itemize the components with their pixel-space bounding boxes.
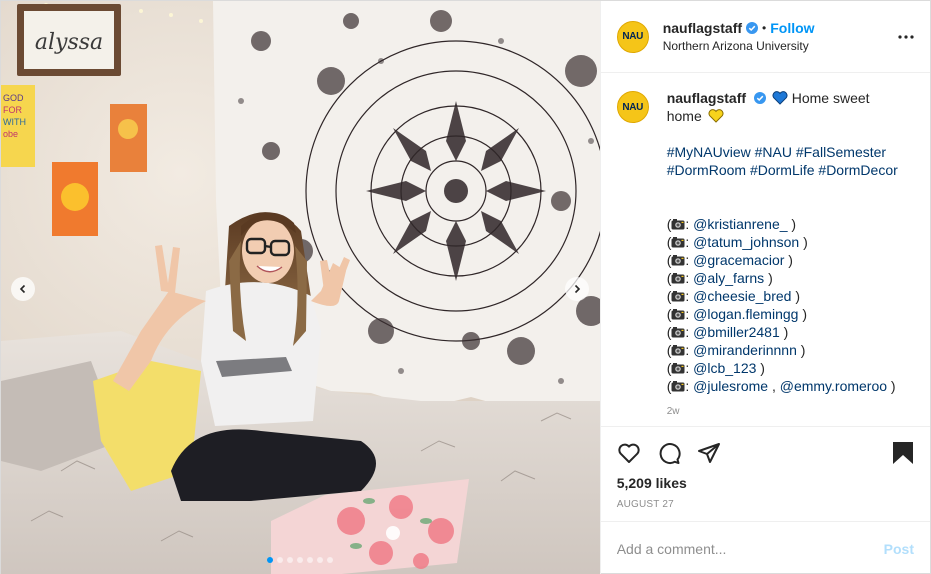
credit-line: (: @gracemacior )	[666, 252, 793, 268]
post-side-panel: NAU nauflagstaff • Follow Northern Arizo…	[599, 1, 930, 574]
svg-text:obe: obe	[3, 129, 18, 139]
caption-avatar[interactable]: NAU	[616, 91, 649, 123]
camera-emoji-icon	[671, 273, 685, 284]
caption-second-line: home	[667, 107, 905, 125]
username-link[interactable]: nauflagstaff	[663, 20, 742, 36]
camera-emoji-icon	[671, 345, 685, 356]
camera-emoji-icon	[671, 291, 685, 302]
chevron-left-icon	[19, 284, 26, 294]
avatar-logo-text: NAU	[622, 101, 644, 113]
mention-link[interactable]: @lcb_123	[693, 360, 756, 376]
hashtag-line[interactable]: #MyNAUview #NAU #FallSemester	[667, 143, 905, 161]
header-line: nauflagstaff • Follow	[663, 20, 815, 36]
credit-line: (: @bmiller2481 )	[666, 324, 789, 340]
credit-line: (: @tatum_johnson )	[666, 234, 808, 250]
post-actions: 5,209 likes AUGUST 27	[600, 426, 930, 521]
camera-emoji-icon	[671, 219, 685, 230]
alyssa-sign: alyssa	[17, 4, 121, 76]
mention-link[interactable]: @tatum_johnson	[693, 234, 799, 250]
mention-link[interactable]: @aly_farns	[693, 270, 764, 286]
camera-emoji-icon	[671, 255, 685, 266]
caption-text: Home sweet	[791, 90, 870, 106]
credit-line: (: @aly_farns )	[666, 270, 773, 286]
post-header: NAU nauflagstaff • Follow Northern Arizo…	[600, 1, 930, 73]
share-button[interactable]	[697, 433, 737, 473]
camera-emoji-icon	[671, 237, 685, 248]
more-options-button[interactable]	[896, 27, 916, 47]
camera-emoji-icon	[671, 381, 685, 392]
instagram-post: alyssa GOD FOR WITH obe NAU nauflagstaff…	[0, 0, 931, 574]
caption-username-link[interactable]: nauflagstaff	[667, 90, 746, 106]
mention-link[interactable]: @logan.flemingg	[693, 306, 798, 322]
save-button[interactable]	[874, 433, 914, 473]
svg-text:FOR: FOR	[3, 105, 22, 115]
svg-text:alyssa: alyssa	[35, 30, 103, 55]
mention-link[interactable]: @gracemacior	[693, 252, 784, 268]
dorm-room-photo: alyssa GOD FOR WITH obe	[1, 1, 600, 574]
post-date: AUGUST 27	[616, 499, 674, 510]
mention-link[interactable]: @bmiller2481	[693, 324, 780, 340]
carousel-next-button[interactable]	[565, 277, 589, 301]
caption-text: home	[666, 108, 702, 124]
mention-link[interactable]: @miranderinnnn	[693, 342, 797, 358]
location-link[interactable]: Northern Arizona University	[663, 39, 815, 53]
credit-line: (: @kristianrene_ )	[666, 216, 797, 232]
comment-input[interactable]	[616, 540, 884, 557]
mention-link[interactable]: @emmy.romeroo	[780, 378, 887, 394]
carousel-dot	[297, 557, 304, 563]
carousel-dots	[1, 557, 600, 563]
caption-body: nauflagstaff Home sweet home #MyNAUview …	[667, 89, 905, 421]
likes-count[interactable]: 5,209 likes	[617, 475, 914, 491]
bookmark-icon	[893, 442, 913, 464]
blue-heart-emoji-icon	[772, 91, 788, 105]
carousel-dot	[267, 557, 274, 563]
camera-emoji-icon	[671, 327, 685, 338]
separator: •	[762, 21, 767, 35]
avatar[interactable]: NAU	[616, 20, 649, 53]
svg-text:WITH: WITH	[3, 117, 26, 127]
header-text: nauflagstaff • Follow Northern Arizona U…	[663, 20, 815, 53]
comment-icon	[659, 443, 681, 465]
avatar-logo-text: NAU	[622, 31, 644, 42]
carousel-dot	[287, 557, 294, 563]
more-options-icon	[898, 35, 914, 39]
credit-line: (: @cheesie_bred )	[666, 288, 800, 304]
like-button[interactable]	[617, 433, 657, 473]
photo-credits: (: @kristianrene_ ) (: @tatum_johnson ) …	[667, 215, 905, 395]
comments-section: NAU nauflagstaff Home sweet home #MyNAUv…	[601, 73, 930, 426]
credit-line: (: @logan.flemingg )	[666, 306, 807, 322]
chevron-right-icon	[574, 284, 581, 294]
caption-time-ago: 2w	[666, 406, 680, 417]
post-photo[interactable]: alyssa GOD FOR WITH obe	[1, 1, 600, 574]
hashtags: #MyNAUview #NAU #FallSemester #DormRoom …	[667, 143, 905, 179]
carousel-prev-button[interactable]	[11, 277, 35, 301]
carousel-dot	[317, 557, 324, 563]
comment-button[interactable]	[657, 433, 697, 473]
caption-first-line: nauflagstaff Home sweet	[667, 89, 905, 107]
follow-button[interactable]: Follow	[770, 20, 814, 36]
mention-link[interactable]: @julesrome	[693, 378, 768, 394]
credit-line: (: @miranderinnnn )	[666, 342, 806, 358]
camera-emoji-icon	[671, 309, 685, 320]
add-comment-bar: Post	[600, 521, 930, 574]
carousel-dot	[327, 557, 334, 563]
camera-emoji-icon	[671, 363, 685, 374]
verified-badge-icon	[753, 92, 766, 104]
carousel-dot	[307, 557, 314, 563]
mention-link[interactable]: @kristianrene_	[693, 216, 787, 232]
yellow-heart-emoji-icon	[708, 109, 724, 123]
carousel-dot	[277, 557, 284, 563]
mention-link[interactable]: @cheesie_bred	[693, 288, 791, 304]
verified-badge-icon	[746, 22, 759, 34]
svg-text:GOD: GOD	[3, 93, 24, 103]
credit-line: (: @julesrome , @emmy.romeroo )	[666, 378, 896, 394]
credit-line: (: @lcb_123 )	[666, 360, 765, 376]
heart-icon	[618, 443, 640, 463]
caption: NAU nauflagstaff Home sweet home #MyNAUv…	[616, 89, 914, 421]
share-icon	[697, 443, 720, 463]
hashtag-line[interactable]: #DormRoom #DormLife #DormDecor	[667, 161, 905, 179]
post-comment-button[interactable]: Post	[884, 541, 914, 557]
action-icon-row	[617, 433, 914, 473]
